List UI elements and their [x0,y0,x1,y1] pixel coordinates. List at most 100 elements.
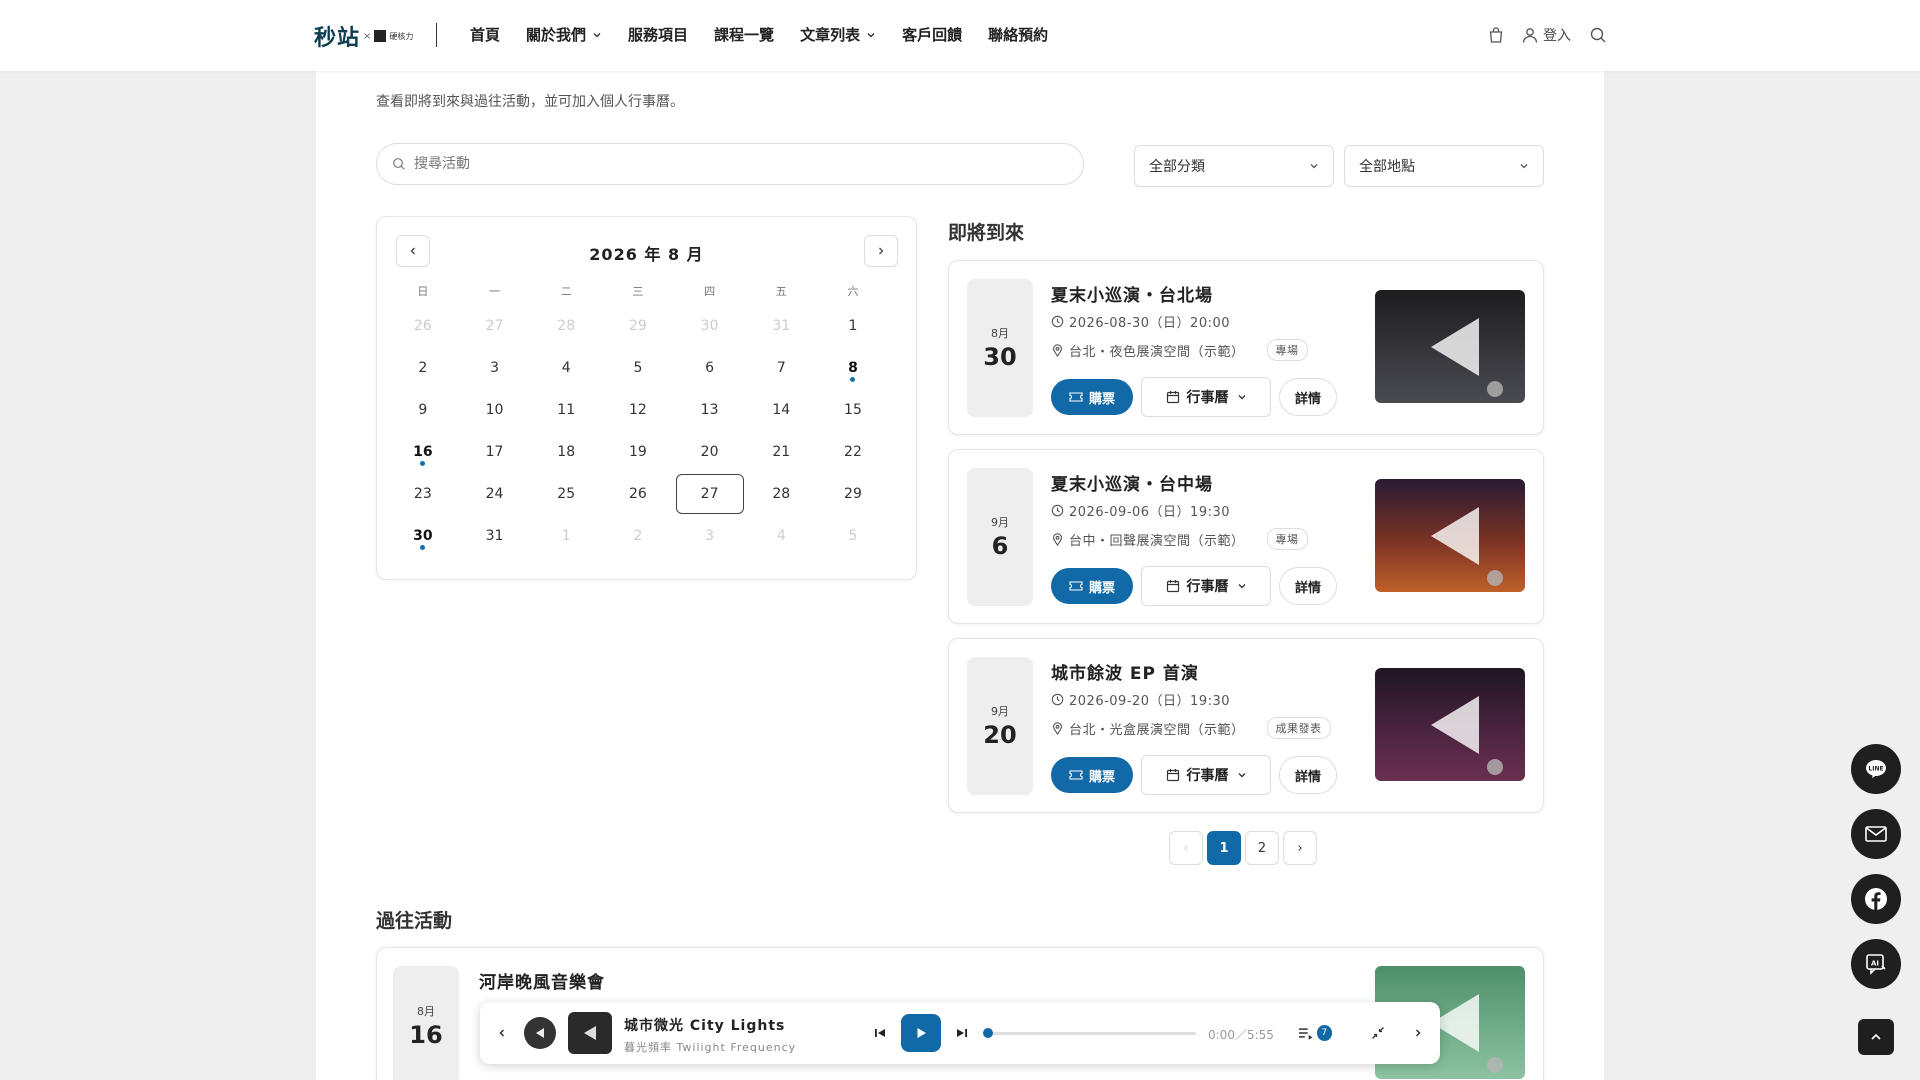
calendar-day-number: 27 [675,474,744,514]
facebook-link-button[interactable] [1851,874,1901,924]
calendar-day[interactable]: 8 [817,347,889,389]
event-title[interactable]: 城市餘波 EP 首演 [1051,659,1199,684]
event-title[interactable]: 夏末小巡演・台中場 [1051,470,1213,495]
calendar-week-row: 16 17 18 19 20 21 22 [387,431,889,473]
nav-contact[interactable]: 聯絡預約 [988,24,1048,45]
nav-about[interactable]: 關於我們 [526,24,602,45]
calendar-day[interactable]: 24 [459,473,531,515]
calendar-day[interactable]: 4 [530,347,602,389]
calendar-day[interactable]: 12 [602,389,674,431]
ticket-icon [1069,392,1083,402]
calendar-day[interactable]: 6 [674,347,746,389]
calendar-day[interactable]: 21 [745,431,817,473]
calendar-day[interactable]: 29 [817,473,889,515]
player-minimize-button[interactable] [1368,1023,1388,1043]
calendar-day[interactable]: 31 [459,515,531,557]
buy-ticket-label: 購票 [1088,391,1115,407]
search-box[interactable] [376,143,1084,185]
partner-logo-mark [374,30,387,42]
event-details-button[interactable]: 詳情 [1279,756,1337,794]
pagination-page-1[interactable]: 1 [1207,831,1241,865]
calendar-day[interactable]: 15 [817,389,889,431]
player-progress-knob[interactable] [983,1028,993,1038]
music-player: 城市微光 City Lights 暮光頻率 Twilight Frequency… [480,1002,1440,1064]
nav-about-label: 關於我們 [526,26,587,44]
player-queue-button[interactable]: 7 [1298,1022,1332,1044]
email-contact-button[interactable] [1851,809,1901,859]
login-link[interactable]: 登入 [1521,25,1571,45]
calendar-day[interactable]: 10 [459,389,531,431]
search-icon[interactable] [1589,26,1607,44]
event-thumbnail[interactable] [1375,479,1525,592]
site-logo[interactable]: 秒站 × 硬核力 [314,22,413,51]
event-details-button[interactable]: 詳情 [1279,567,1337,605]
add-to-calendar-button[interactable]: 行事曆 [1141,566,1271,606]
line-contact-button[interactable]: LINE [1851,744,1901,794]
calendar-day[interactable]: 13 [674,389,746,431]
player-progress-bar[interactable] [983,1028,1196,1038]
search-input[interactable] [414,156,1014,172]
calendar-day[interactable]: 26 [602,473,674,515]
buy-ticket-button[interactable]: 購票 [1051,757,1133,793]
buy-ticket-button[interactable]: 購票 [1051,568,1133,604]
pagination-next-button[interactable]: › [1283,831,1317,865]
calendar-day: 31 [745,305,817,347]
thumbnail-dot [1487,381,1503,397]
calendar-week-row: 26 27 28 29 30 31 1 [387,305,889,347]
pagination-page-2[interactable]: 2 [1245,831,1279,865]
location-select[interactable]: 全部地點 [1344,145,1544,187]
player-prev-track-icon-button[interactable] [524,1017,556,1049]
calendar-day: 3 [674,515,746,557]
calendar-day[interactable]: 5 [602,347,674,389]
event-details-button[interactable]: 詳情 [1279,378,1337,416]
buy-ticket-button[interactable]: 購票 [1051,379,1133,415]
event-thumbnail[interactable] [1375,668,1525,781]
event-date-box: 8月 16 [393,966,459,1080]
back-to-top-button[interactable] [1858,1019,1894,1055]
event-date-box: 9月 6 [967,468,1033,606]
player-previous-button[interactable] [870,1023,890,1043]
nav-courses[interactable]: 課程一覽 [714,24,774,45]
calendar-day[interactable]: 1 [817,305,889,347]
ticket-icon [1069,581,1083,591]
calendar-day[interactable]: 23 [387,473,459,515]
calendar-day[interactable]: 18 [530,431,602,473]
calendar-day[interactable]: 9 [387,389,459,431]
add-to-calendar-button[interactable]: 行事曆 [1141,377,1271,417]
player-collapse-button[interactable] [492,1023,512,1043]
calendar-day[interactable]: 25 [530,473,602,515]
calendar-next-button[interactable] [864,235,898,267]
calendar-day[interactable]: 2 [387,347,459,389]
calendar-day[interactable]: 3 [459,347,531,389]
calendar-day[interactable]: 22 [817,431,889,473]
nav-services[interactable]: 服務項目 [628,24,688,45]
event-thumbnail[interactable] [1375,290,1525,403]
calendar-day[interactable]: 7 [745,347,817,389]
shopping-bag-icon[interactable] [1487,26,1505,44]
calendar-day-number: 6 [705,360,715,376]
calendar-day[interactable]: 28 [745,473,817,515]
nav-testimonials[interactable]: 客戶回饋 [902,24,962,45]
event-title[interactable]: 夏末小巡演・台北場 [1051,281,1213,306]
mail-icon [1865,826,1887,842]
assistant-button[interactable]: AI [1851,939,1901,989]
calendar-day[interactable]: 20 [674,431,746,473]
category-select[interactable]: 全部分類 [1134,145,1334,187]
calendar-day[interactable]: 14 [745,389,817,431]
nav-home[interactable]: 首頁 [470,24,500,45]
calendar-day[interactable]: 30 [387,515,459,557]
player-expand-button[interactable] [1408,1023,1428,1043]
calendar-day[interactable]: 27 [674,473,746,515]
nav-articles[interactable]: 文章列表 [800,24,876,45]
calendar-day[interactable]: 17 [459,431,531,473]
calendar-day[interactable]: 11 [530,389,602,431]
player-play-button[interactable] [901,1014,941,1052]
map-pin-icon [1052,532,1063,546]
player-next-button[interactable] [952,1023,972,1043]
calendar-day-number: 14 [772,402,791,418]
event-title[interactable]: 河岸晚風音樂會 [479,968,605,993]
calendar-day[interactable]: 16 [387,431,459,473]
pagination-prev-button[interactable]: ‹ [1169,831,1203,865]
calendar-day[interactable]: 19 [602,431,674,473]
add-to-calendar-button[interactable]: 行事曆 [1141,755,1271,795]
